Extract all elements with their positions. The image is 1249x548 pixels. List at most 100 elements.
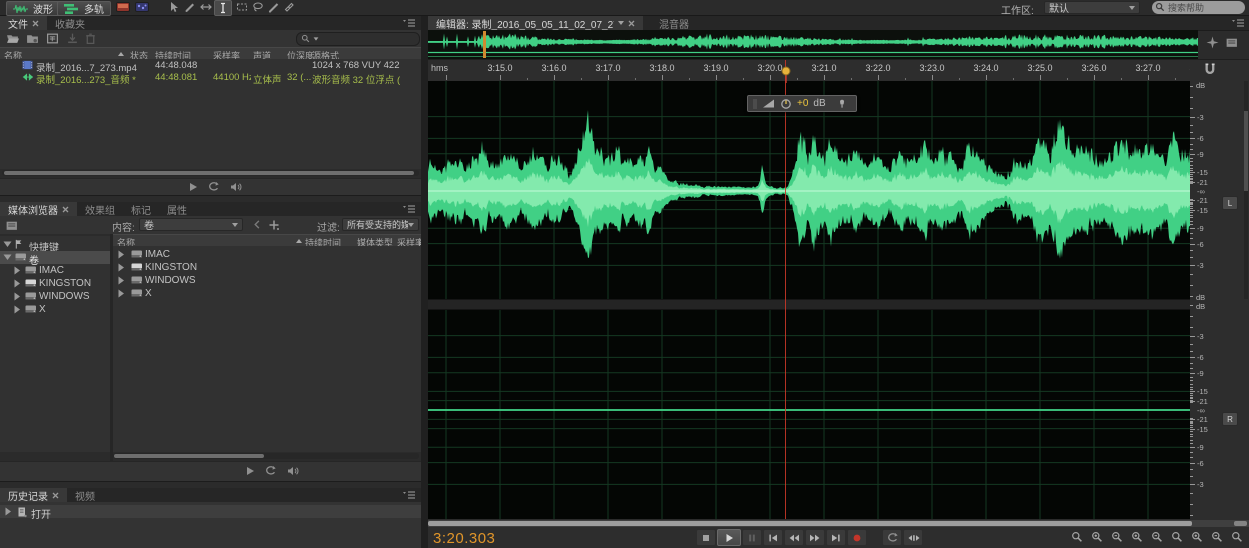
tab-markers[interactable]: 标记	[123, 202, 159, 216]
left-channel-badge[interactable]: L	[1222, 196, 1238, 210]
zoom-out-time-button[interactable]	[1111, 531, 1123, 543]
close-icon[interactable]	[62, 206, 69, 213]
display-options-icon[interactable]	[1225, 36, 1238, 49]
view-mode-icon[interactable]	[5, 219, 18, 232]
move-tool-icon[interactable]	[168, 1, 180, 13]
rewind-button[interactable]	[784, 529, 804, 546]
media-list-row-windows[interactable]: WINDOWS	[113, 274, 421, 287]
tree-item-kingston[interactable]: KINGSTON	[0, 277, 110, 290]
open-file-icon[interactable]	[6, 32, 19, 45]
close-icon[interactable]	[628, 20, 635, 27]
zoom-reset-button[interactable]	[1071, 531, 1083, 543]
content-dropdown[interactable]: 卷	[139, 218, 243, 231]
right-channel-waveform[interactable]	[428, 310, 1190, 519]
lasso-selection-tool-icon[interactable]	[252, 1, 264, 13]
expand-icon[interactable]	[13, 292, 21, 301]
tab-media-browser[interactable]: 媒体浏览器	[0, 202, 77, 216]
skip-to-start-button[interactable]	[763, 529, 783, 546]
editor-panel-menu-icon[interactable]	[1232, 19, 1244, 28]
expand-icon[interactable]	[13, 279, 21, 288]
playhead-handle[interactable]	[780, 61, 792, 83]
preview-play-icon[interactable]	[187, 181, 199, 193]
spectral-frequency-toggle-icon[interactable]	[116, 2, 130, 12]
delete-icon[interactable]	[84, 32, 97, 45]
workspace-dropdown[interactable]: 默认	[1044, 1, 1140, 14]
back-arrow-icon[interactable]	[252, 219, 263, 230]
expand-icon[interactable]	[13, 266, 21, 275]
time-selection-tool-icon[interactable]	[214, 0, 232, 16]
preview-play-icon[interactable]	[244, 465, 256, 477]
media-list-row-imac[interactable]: IMAC	[113, 248, 421, 261]
tab-effects-rack[interactable]: 效果组	[77, 202, 123, 216]
collapse-icon[interactable]	[3, 253, 12, 261]
history-panel-menu-icon[interactable]	[403, 491, 415, 500]
files-horizontal-scrollbar[interactable]	[2, 170, 419, 176]
tree-item-windows[interactable]: WINDOWS	[0, 290, 110, 303]
navigator-options-icon[interactable]	[1206, 36, 1219, 49]
file-row[interactable]: 录制_2016...273_音频 *44:48.08144100 Hz立体声32…	[0, 71, 421, 83]
loop-playback-icon[interactable]	[207, 181, 220, 193]
tab-video[interactable]: 视频	[67, 488, 103, 502]
right-channel-badge[interactable]: R	[1222, 412, 1238, 426]
snapping-magnet-icon[interactable]	[1202, 62, 1216, 76]
new-item-icon[interactable]	[46, 32, 59, 45]
tab-history[interactable]: 历史记录	[0, 488, 67, 502]
waveform-view-button[interactable]: 波形	[6, 1, 60, 16]
expand-icon[interactable]	[117, 263, 125, 272]
add-shortcut-icon[interactable]	[268, 219, 280, 231]
auto-play-speaker-icon[interactable]	[286, 465, 299, 477]
skip-to-end-button[interactable]	[826, 529, 846, 546]
hud-grip-icon[interactable]	[753, 98, 757, 110]
import-file-icon[interactable]	[26, 32, 39, 45]
tab-properties[interactable]: 属性	[159, 202, 195, 216]
razor-tool-icon[interactable]	[184, 1, 196, 13]
zoom-in-time-button[interactable]	[1091, 531, 1103, 543]
tab-editor[interactable]: 编辑器: 录制_2016_05_05_11_02_07_273_音频 *	[428, 16, 643, 30]
insert-into-multitrack-icon[interactable]	[66, 32, 79, 45]
scrollbar-thumb[interactable]	[114, 454, 264, 458]
db-ruler[interactable]: -3-3-6-6-9-9-15-15-21-21-∞-3-3-6-6-9-9-1…	[1190, 59, 1220, 520]
spot-healing-brush-tool-icon[interactable]	[283, 1, 295, 13]
spectral-pitch-toggle-icon[interactable]	[135, 2, 149, 12]
zoom-in-at-in-point-button[interactable]	[1131, 531, 1143, 543]
scrollbar-thumb[interactable]	[4, 171, 414, 175]
zoom-full-button[interactable]	[1231, 531, 1243, 543]
panel-divider[interactable]	[421, 16, 428, 548]
tab-files[interactable]: 文件	[0, 16, 47, 30]
filter-dropdown[interactable]: 所有受支持的媒体	[342, 218, 419, 231]
paintbrush-selection-tool-icon[interactable]	[268, 1, 280, 13]
media-list-row-kingston[interactable]: KINGSTON	[113, 261, 421, 274]
tree-item-卷[interactable]: 卷	[0, 251, 110, 264]
editor-horizontal-scrollbar[interactable]	[428, 520, 1249, 527]
help-search-box[interactable]	[1152, 1, 1245, 14]
expand-icon[interactable]	[117, 250, 125, 259]
tab-favorites[interactable]: 收藏夹	[47, 16, 93, 30]
pin-icon[interactable]	[837, 98, 848, 110]
volume-knob-icon[interactable]	[780, 98, 792, 110]
zoom-to-selection-button[interactable]	[1171, 531, 1183, 543]
expand-icon[interactable]	[117, 276, 125, 285]
zoom-out-at-in-point-button[interactable]	[1151, 531, 1163, 543]
marquee-selection-tool-icon[interactable]	[236, 1, 248, 13]
expand-icon[interactable]	[117, 289, 125, 298]
current-time-display[interactable]: 3:20.303	[433, 530, 495, 547]
loop-playback-icon[interactable]	[264, 465, 277, 477]
hud-gain-value[interactable]: +0	[797, 98, 808, 109]
expand-icon[interactable]	[13, 305, 21, 314]
skip-selection-button[interactable]	[903, 529, 923, 546]
play-button[interactable]	[717, 529, 741, 546]
volume-hud[interactable]: +0 dB	[747, 95, 857, 112]
pause-button[interactable]	[742, 529, 762, 546]
files-panel-menu-icon[interactable]	[403, 19, 415, 28]
tree-item-x[interactable]: X	[0, 303, 110, 316]
tree-item-imac[interactable]: IMAC	[0, 264, 110, 277]
multitrack-view-button[interactable]: 多轨	[57, 1, 111, 16]
collapse-icon[interactable]	[3, 240, 12, 248]
auto-play-speaker-icon[interactable]	[229, 181, 242, 193]
scrollbar-thumb[interactable]	[428, 521, 1192, 526]
tab-mixer[interactable]: 混音器	[651, 16, 697, 30]
chevron-down-icon[interactable]	[618, 21, 624, 25]
close-icon[interactable]	[52, 492, 59, 499]
scrollbar-nub[interactable]	[1234, 521, 1247, 526]
fast-forward-button[interactable]	[805, 529, 825, 546]
